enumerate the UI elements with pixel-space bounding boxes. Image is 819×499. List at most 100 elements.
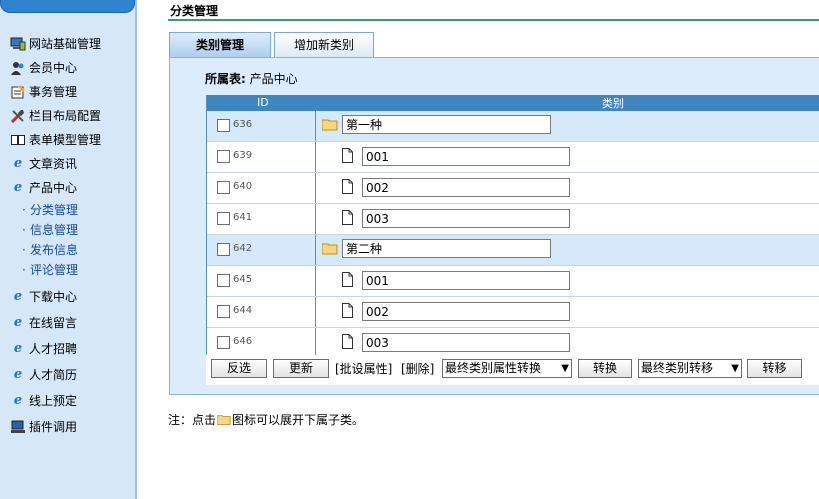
table-row: 642 bbox=[207, 235, 819, 266]
sidebar-item-product-center[interactable]: e 产品中心 bbox=[10, 176, 134, 200]
table-row: 636 bbox=[207, 111, 819, 142]
sidebar-item-form-model[interactable]: 表单模型管理 bbox=[10, 128, 134, 152]
sidebar-subitem-info[interactable]: · 信息管理 bbox=[10, 220, 134, 240]
category-name-input[interactable] bbox=[362, 271, 570, 290]
row-id: 645 bbox=[233, 274, 253, 285]
document-icon bbox=[342, 272, 353, 287]
category-name-input[interactable] bbox=[362, 209, 570, 228]
row-checkbox[interactable] bbox=[217, 243, 230, 256]
category-name-input[interactable] bbox=[362, 178, 570, 197]
move-target-select-value: 最终类别转移 bbox=[641, 361, 714, 375]
table-row: 644 bbox=[207, 297, 819, 328]
sidebar-item-booking[interactable]: e 线上预定 bbox=[10, 388, 134, 414]
document-icon bbox=[342, 148, 353, 163]
sidebar-subitem-publish[interactable]: · 发布信息 bbox=[10, 240, 134, 260]
sidebar-item-column-layout[interactable]: 栏目布局配置 bbox=[10, 104, 134, 128]
sidebar-item-plugins[interactable]: 插件调用 bbox=[10, 414, 134, 440]
row-checkbox[interactable] bbox=[217, 119, 230, 132]
folder-icon bbox=[217, 414, 231, 425]
row-id: 642 bbox=[233, 243, 253, 254]
invert-select-button[interactable]: 反选 bbox=[211, 359, 267, 378]
sidebar-item-articles[interactable]: e 文章资讯 bbox=[10, 152, 134, 176]
delete-link[interactable]: [删除] bbox=[401, 360, 434, 377]
row-id: 636 bbox=[233, 119, 253, 130]
sidebar-item-label: 线上预定 bbox=[29, 394, 78, 408]
belong-label: 所属表: bbox=[205, 72, 246, 86]
move-button[interactable]: 转移 bbox=[747, 359, 802, 378]
column-header-category: 类别 bbox=[602, 97, 624, 110]
id-cell: 636 bbox=[207, 111, 316, 141]
sidebar-subitem-category[interactable]: · 分类管理 bbox=[10, 200, 134, 220]
row-id: 644 bbox=[233, 305, 253, 316]
sidebar-item-site-basic[interactable]: 网站基础管理 bbox=[10, 32, 134, 56]
table-row: 640 bbox=[207, 173, 819, 204]
id-cell: 642 bbox=[207, 235, 316, 265]
table-body: 636 639 640 641 642 645 644 646 bbox=[207, 111, 819, 359]
sidebar-header-bar bbox=[0, 0, 135, 13]
batch-attribute-link[interactable]: [批设属性] bbox=[335, 360, 392, 377]
category-name-input[interactable] bbox=[362, 333, 570, 352]
attribute-convert-select-value: 最终类别属性转换 bbox=[445, 361, 542, 375]
sidebar-subitem-label: 分类管理 bbox=[30, 203, 79, 217]
page-title: 分类管理 bbox=[170, 4, 219, 18]
sidebar-item-recruitment[interactable]: e 人才招聘 bbox=[10, 336, 134, 362]
row-checkbox[interactable] bbox=[217, 336, 230, 349]
tab-add-category[interactable]: 增加新类别 bbox=[274, 32, 374, 57]
sidebar-item-label: 事务管理 bbox=[29, 85, 78, 99]
sidebar-subitem-label: 评论管理 bbox=[30, 263, 79, 277]
sidebar-item-label: 人才招聘 bbox=[29, 342, 78, 356]
convert-button[interactable]: 转换 bbox=[578, 359, 632, 378]
row-id: 646 bbox=[233, 336, 253, 347]
category-table: ID 类别 636 639 640 641 642 645 644 646 bbox=[206, 95, 819, 359]
chevron-down-icon: ▼ bbox=[731, 363, 739, 374]
sidebar-subitem-label: 发布信息 bbox=[30, 243, 79, 257]
attribute-convert-select[interactable]: 最终类别属性转换 ▼ bbox=[442, 359, 572, 378]
sidebar-item-label: 在线留言 bbox=[29, 316, 78, 330]
note-suffix: 图标可以展开下属子类。 bbox=[232, 413, 365, 427]
id-cell: 639 bbox=[207, 142, 316, 172]
sidebar-subitem-label: 信息管理 bbox=[30, 223, 79, 237]
notepad-icon bbox=[10, 84, 26, 100]
row-checkbox[interactable] bbox=[217, 212, 230, 225]
folder-icon[interactable] bbox=[322, 119, 338, 131]
sidebar-item-downloads[interactable]: e 下载中心 bbox=[10, 284, 134, 310]
note-prefix: 注：点击 bbox=[168, 413, 217, 427]
ie-icon: e bbox=[13, 367, 23, 382]
sidebar-item-label: 产品中心 bbox=[29, 181, 78, 195]
sidebar-item-label: 人才简历 bbox=[29, 368, 78, 382]
sidebar-item-label: 网站基础管理 bbox=[29, 37, 102, 51]
category-name-input[interactable] bbox=[342, 239, 551, 258]
refresh-button[interactable]: 更新 bbox=[273, 359, 329, 378]
id-cell: 645 bbox=[207, 266, 316, 296]
row-id: 640 bbox=[233, 181, 253, 192]
sidebar-item-resumes[interactable]: e 人才简历 bbox=[10, 362, 134, 388]
belong-table-info: 所属表: 产品中心 bbox=[205, 70, 298, 87]
row-checkbox[interactable] bbox=[217, 274, 230, 287]
table-header: ID 类别 bbox=[207, 95, 819, 111]
row-checkbox[interactable] bbox=[217, 150, 230, 163]
sidebar-item-label: 文章资讯 bbox=[29, 157, 78, 171]
sidebar-item-messages[interactable]: e 在线留言 bbox=[10, 310, 134, 336]
ie-icon: e bbox=[13, 315, 23, 330]
category-name-input[interactable] bbox=[342, 115, 551, 134]
computer-icon bbox=[10, 419, 26, 435]
ie-icon: e bbox=[13, 180, 23, 195]
row-checkbox[interactable] bbox=[217, 305, 230, 318]
sidebar-item-affairs[interactable]: 事务管理 bbox=[10, 80, 134, 104]
column-header-id: ID bbox=[257, 96, 269, 109]
move-target-select[interactable]: 最终类别转移 ▼ bbox=[638, 359, 742, 378]
row-id: 639 bbox=[233, 150, 253, 161]
category-name-input[interactable] bbox=[362, 302, 570, 321]
sidebar-item-member-center[interactable]: 会员中心 bbox=[10, 56, 134, 80]
document-icon bbox=[342, 210, 353, 225]
table-toolbar: 反选 更新 [批设属性] [删除] 最终类别属性转换 ▼ 转换 最终类别转移 ▼… bbox=[206, 355, 819, 385]
sidebar-nav: 网站基础管理 会员中心 事务管理 栏目布局配置 表单模型管理 e 文章资讯 e … bbox=[10, 32, 134, 440]
category-name-input[interactable] bbox=[362, 147, 570, 166]
tab-category-manage[interactable]: 类别管理 bbox=[169, 32, 271, 57]
ie-icon: e bbox=[13, 289, 23, 304]
sidebar-subitem-comments[interactable]: · 评论管理 bbox=[10, 260, 134, 280]
document-icon bbox=[342, 334, 353, 349]
folder-icon[interactable] bbox=[322, 243, 338, 255]
row-checkbox[interactable] bbox=[217, 181, 230, 194]
ie-icon: e bbox=[13, 156, 23, 171]
